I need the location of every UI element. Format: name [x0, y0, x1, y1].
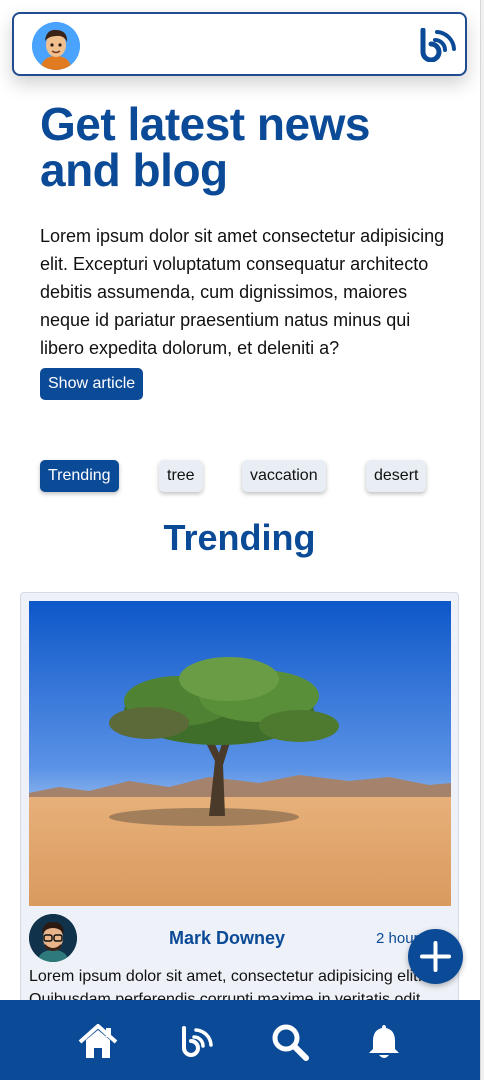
article-card[interactable]: Mark Downey 2 hours Lorem ipsum dolor si…: [20, 592, 459, 1022]
author-avatar-icon[interactable]: [29, 914, 77, 962]
excerpt-line: Lorem ipsum dolor sit amet, consectetur …: [29, 968, 423, 985]
nav-feed[interactable]: [174, 1020, 218, 1064]
add-post-button[interactable]: [408, 929, 463, 984]
rss-feed-icon: [182, 1026, 213, 1057]
plus-icon: [420, 941, 451, 972]
author-name[interactable]: Mark Downey: [169, 928, 285, 949]
hero-description: Lorem ipsum dolor sit amet consectetur a…: [40, 226, 445, 358]
tag-tree[interactable]: tree: [159, 460, 203, 492]
section-title: Trending: [163, 517, 316, 558]
nav-search[interactable]: [268, 1020, 312, 1064]
search-icon: [272, 1024, 309, 1061]
bottom-navigation: [0, 1000, 480, 1080]
nav-notifications[interactable]: [362, 1020, 406, 1064]
tag-vaccation[interactable]: vaccation: [242, 460, 326, 492]
scrollbar-track: [480, 0, 484, 1080]
top-app-bar: [12, 12, 467, 76]
tree-in-desert-photo: [29, 601, 451, 906]
nav-home[interactable]: [76, 1020, 120, 1064]
bell-icon: [369, 1025, 399, 1058]
show-article-button[interactable]: Show article: [40, 368, 144, 400]
tag-trending[interactable]: Trending: [40, 460, 119, 492]
tag-desert[interactable]: desert: [366, 460, 427, 492]
hero-title: Get latest news and blog: [40, 98, 370, 196]
rss-feed-icon[interactable]: [419, 27, 457, 63]
home-icon: [78, 1024, 118, 1058]
user-avatar-icon[interactable]: [32, 22, 80, 70]
